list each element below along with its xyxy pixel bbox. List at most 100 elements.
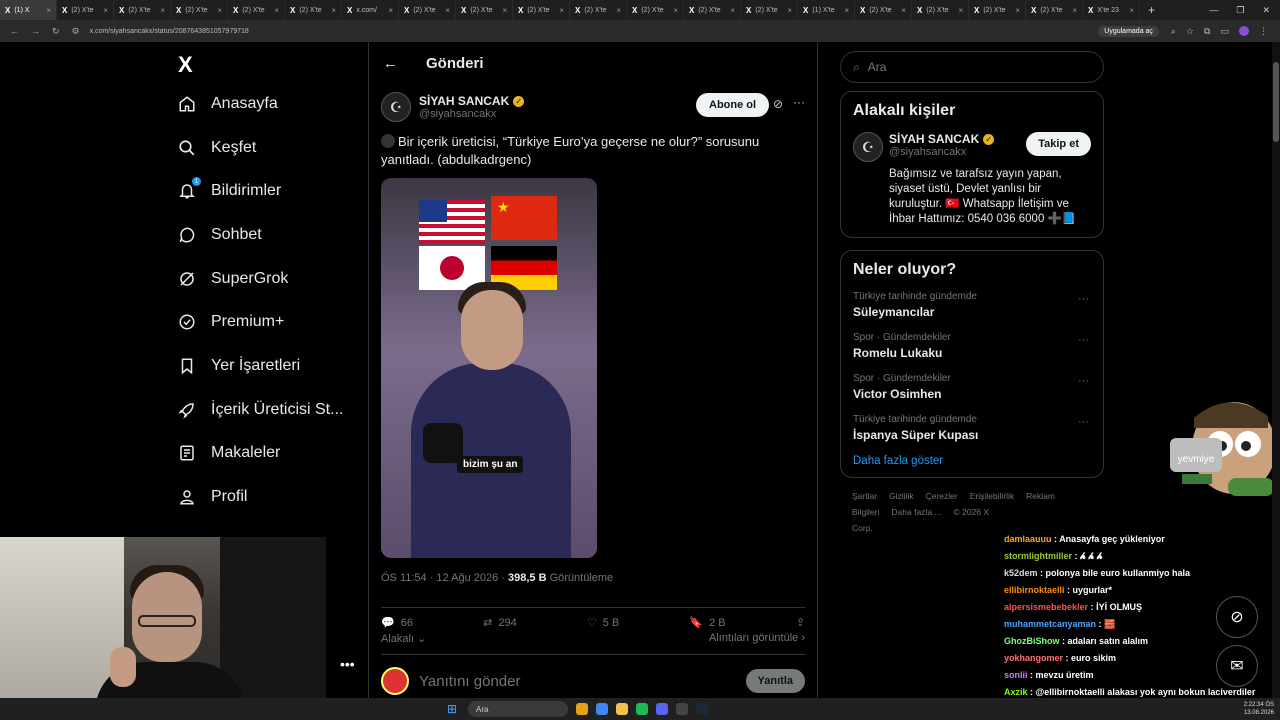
chrome-app-icon[interactable]	[596, 703, 608, 715]
steam-app-icon[interactable]	[696, 703, 708, 715]
browser-tab[interactable]: X X'te 23 ×	[1083, 0, 1140, 20]
browser-tab[interactable]: X (1) X'te ×	[798, 0, 855, 20]
nav-item-bell[interactable]: 1 Bildirimler	[168, 169, 368, 213]
author-avatar[interactable]: ☪	[381, 92, 411, 122]
discord-app-icon[interactable]	[656, 703, 668, 715]
more-icon[interactable]: •••	[340, 656, 355, 672]
close-tab-icon[interactable]: ×	[730, 6, 735, 15]
close-tab-icon[interactable]: ×	[1129, 6, 1134, 15]
spotify-app-icon[interactable]	[636, 703, 648, 715]
grok-fab-icon[interactable]: ⊘	[1216, 596, 1258, 638]
windows-start-icon[interactable]: ⊞	[447, 702, 457, 716]
footer-link[interactable]: Gizlilik	[889, 491, 914, 501]
search-input[interactable]: ⌕ Ara	[840, 51, 1104, 83]
close-tab-icon[interactable]: ×	[844, 6, 849, 15]
browser-tab[interactable]: X (2) X'te ×	[171, 0, 228, 20]
taskbar-search[interactable]: Ara	[468, 701, 568, 717]
reply-button[interactable]: Yanıtla	[745, 669, 805, 693]
chat-username[interactable]: yokhangomer	[1004, 653, 1063, 663]
close-tab-icon[interactable]: ×	[1072, 6, 1077, 15]
sidepanel-icon[interactable]: ▭	[1220, 26, 1229, 37]
extensions-icon[interactable]: ⧉	[1204, 26, 1210, 37]
browser-tab[interactable]: X (2) X'te ×	[57, 0, 114, 20]
close-tab-icon[interactable]: ×	[787, 6, 792, 15]
person-avatar[interactable]: ☪	[853, 132, 883, 162]
reply-input[interactable]: Yanıtını gönder	[419, 673, 520, 690]
files-app-icon[interactable]	[616, 703, 628, 715]
close-tab-icon[interactable]: ×	[673, 6, 678, 15]
chat-username[interactable]: GhozBiShow	[1004, 636, 1060, 646]
browser-tab[interactable]: X (2) X'te ×	[912, 0, 969, 20]
chat-username[interactable]: sonlii	[1004, 670, 1028, 680]
grok-icon[interactable]: ⊘	[773, 97, 783, 111]
trend-item[interactable]: Türkiye tarihinde gündemde İspanya Süper …	[853, 414, 1091, 442]
x-logo[interactable]: X	[168, 48, 368, 82]
trend-more-icon[interactable]: ···	[1078, 375, 1089, 387]
forward-icon[interactable]: →	[31, 26, 40, 37]
chat-username[interactable]: ellibirnoktaelli	[1004, 585, 1065, 595]
nav-item-person[interactable]: Profil	[168, 475, 368, 519]
reply-action[interactable]: 💬 66	[381, 616, 413, 630]
browser-tab[interactable]: X (2) X'te ×	[285, 0, 342, 20]
trend-more-icon[interactable]: ···	[1078, 293, 1089, 305]
browser-tab[interactable]: Xx.com/×	[342, 0, 399, 20]
open-in-app-button[interactable]: Uygulamada aç	[1098, 25, 1159, 37]
post-more-icon[interactable]: ···	[793, 95, 805, 109]
post-author[interactable]: ☪ SİYAH SANCAK ✓ @siyahsancakx	[381, 92, 525, 122]
obs-app-icon[interactable]	[676, 703, 688, 715]
nav-item-grok[interactable]: SuperGrok	[168, 257, 368, 301]
star-icon[interactable]: ☆	[1186, 26, 1194, 37]
browser-tab[interactable]: X (2) X'te ×	[513, 0, 570, 20]
trend-item[interactable]: Spor · Gündemdekiler Victor Osimhen ···	[853, 373, 1091, 401]
my-avatar[interactable]	[381, 667, 409, 695]
follow-button[interactable]: Takip et	[1026, 132, 1091, 156]
browser-tab[interactable]: X (2) X'te ×	[228, 0, 285, 20]
nav-item-chat[interactable]: Sohbet	[168, 213, 368, 257]
chat-username[interactable]: damlaauuu	[1004, 534, 1052, 544]
close-tab-icon[interactable]: ×	[331, 6, 336, 15]
post-video[interactable]: bizim şu an	[381, 178, 597, 558]
close-tab-icon[interactable]: ×	[46, 6, 51, 15]
view-quotes-link[interactable]: Alıntıları görüntüle ›	[709, 632, 805, 645]
footer-link[interactable]: Çerezler	[926, 491, 958, 501]
nav-item-article[interactable]: Makaleler	[168, 432, 368, 476]
nav-item-search[interactable]: Keşfet	[168, 126, 368, 170]
close-tab-icon[interactable]: ×	[160, 6, 165, 15]
person-name[interactable]: SİYAH SANCAK	[889, 132, 979, 146]
close-tab-icon[interactable]: ×	[103, 6, 108, 15]
close-tab-icon[interactable]: ×	[445, 6, 450, 15]
close-tab-icon[interactable]: ×	[388, 6, 393, 15]
page-scrollbar[interactable]	[1272, 42, 1280, 698]
nav-item-home[interactable]: Anasayfa	[168, 82, 368, 126]
url-field[interactable]: x.com/siyahsancakx/status/20876438510579…	[90, 28, 249, 35]
browser-tab[interactable]: X (2) X'te ×	[114, 0, 171, 20]
chat-username[interactable]: Axzik	[1004, 687, 1028, 697]
sort-dropdown[interactable]: Alakalı ⌄	[381, 632, 426, 645]
browser-tab[interactable]: X (2) X'te ×	[456, 0, 513, 20]
close-tab-icon[interactable]: ×	[901, 6, 906, 15]
close-tab-icon[interactable]: ×	[616, 6, 621, 15]
trend-item[interactable]: Spor · Gündemdekiler Romelu Lukaku ···	[853, 332, 1091, 360]
new-tab-button[interactable]: +	[1140, 3, 1163, 17]
author-name[interactable]: SİYAH SANCAK	[419, 94, 509, 108]
browser-tab[interactable]: X (2) X'te ×	[855, 0, 912, 20]
browser-tab[interactable]: X (2) X'te ×	[684, 0, 741, 20]
close-tab-icon[interactable]: ×	[559, 6, 564, 15]
browser-tab[interactable]: X (2) X'te ×	[570, 0, 627, 20]
nav-item-premium[interactable]: Premium+	[168, 300, 368, 344]
relevant-person[interactable]: ☪ SİYAH SANCAK ✓ @siyahsancakx Takip et	[853, 132, 1091, 162]
footer-link[interactable]: Şartlar	[852, 491, 877, 501]
browser-app-icon[interactable]	[576, 703, 588, 715]
author-handle[interactable]: @siyahsancakx	[419, 108, 524, 120]
footer-link[interactable]: Daha fazla ...	[891, 507, 941, 517]
browser-tab[interactable]: X (1) X ×	[0, 0, 57, 20]
profile-avatar[interactable]	[1239, 25, 1249, 36]
browser-tab[interactable]: X (2) X'te ×	[969, 0, 1026, 20]
back-arrow-icon[interactable]: ←	[383, 55, 398, 72]
browser-tab[interactable]: X (2) X'te ×	[627, 0, 684, 20]
repost-action[interactable]: ⇄ 294	[483, 616, 517, 630]
close-tab-icon[interactable]: ×	[502, 6, 507, 15]
chat-username[interactable]: alpersismebebekler	[1004, 602, 1088, 612]
like-action[interactable]: ♡ 5 B	[587, 616, 619, 630]
back-icon[interactable]: ←	[10, 26, 19, 37]
